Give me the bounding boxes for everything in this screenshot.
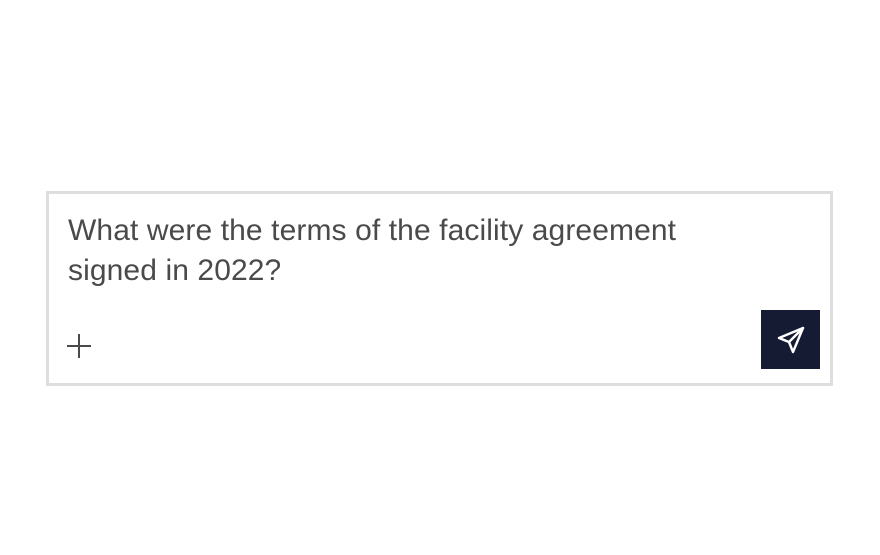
add-attachment-button[interactable] <box>63 330 95 362</box>
chat-composer[interactable]: What were the terms of the facility agre… <box>46 191 833 386</box>
prompt-input[interactable]: What were the terms of the facility agre… <box>68 211 748 291</box>
send-paper-plane-icon <box>777 326 804 353</box>
plus-icon <box>67 334 91 358</box>
send-button[interactable] <box>761 310 820 369</box>
